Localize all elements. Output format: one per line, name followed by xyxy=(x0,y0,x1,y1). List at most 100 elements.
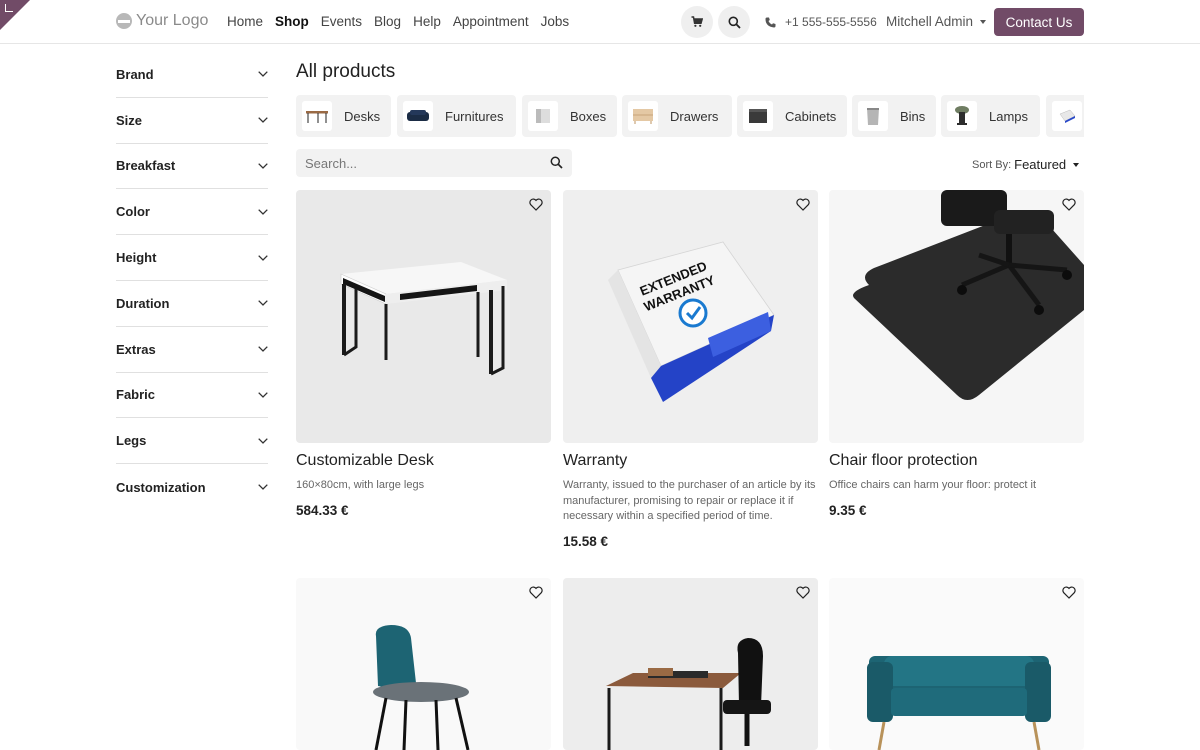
filter-label: Size xyxy=(116,112,143,128)
category-label: Lamps xyxy=(989,108,1029,124)
chair-illustration xyxy=(373,625,470,750)
search-input[interactable] xyxy=(296,155,536,171)
wishlist-heart-icon[interactable] xyxy=(796,198,810,211)
filter-sidebar: Brand Size Breakfast Color Height Durati… xyxy=(116,52,268,510)
filter-extras[interactable]: Extras xyxy=(116,327,268,373)
chevron-down-icon xyxy=(258,71,268,78)
category-carousel: Desks Furnitures Boxes Drawers Cabinets … xyxy=(296,95,1084,137)
product-image-warranty[interactable]: EXTENDED WARRANTY xyxy=(563,190,818,443)
category-lamps[interactable]: Lamps xyxy=(941,95,1040,137)
nav-help[interactable]: Help xyxy=(413,14,441,29)
product-price: 15.58 € xyxy=(563,533,609,549)
filter-label: Height xyxy=(116,250,157,266)
chevron-down-icon xyxy=(258,438,268,444)
phone-link[interactable]: +1 555-555-5556 xyxy=(765,15,877,29)
filter-size[interactable]: Size xyxy=(116,98,268,144)
user-menu[interactable]: Mitchell Admin xyxy=(886,14,987,29)
box-thumbnail-icon xyxy=(528,101,558,131)
product-name[interactable]: Chair floor protection xyxy=(829,452,1084,470)
product-description: Office chairs can harm your floor: prote… xyxy=(829,479,1037,491)
product-card[interactable]: Chair floor protection Office chairs can… xyxy=(829,190,1084,518)
filter-color[interactable]: Color xyxy=(116,189,268,236)
product-card[interactable] xyxy=(296,578,551,750)
desk-illustration xyxy=(340,262,507,376)
category-label: Bins xyxy=(900,108,926,124)
product-card[interactable] xyxy=(829,578,1084,750)
sort-caret-icon xyxy=(1073,162,1080,167)
product-price: 9.35 € xyxy=(829,502,867,518)
category-drawers[interactable]: Drawers xyxy=(622,95,732,137)
contact-us-button[interactable]: Contact Us xyxy=(994,8,1084,36)
filter-label: Extras xyxy=(116,341,156,357)
product-card[interactable]: Customizable Desk 160×80cm, with large l… xyxy=(296,190,551,518)
filter-label: Fabric xyxy=(116,387,156,403)
nav-home[interactable]: Home xyxy=(227,14,263,29)
wishlist-heart-icon[interactable] xyxy=(1062,586,1076,599)
product-price: 584.33 € xyxy=(296,502,349,518)
nav-shop[interactable]: Shop xyxy=(275,14,309,29)
chevron-down-icon xyxy=(258,484,268,490)
wishlist-heart-icon[interactable] xyxy=(529,586,543,599)
chevron-down-icon xyxy=(258,346,268,353)
phone-icon xyxy=(765,17,776,27)
chevron-down-icon xyxy=(258,209,268,215)
filter-customization[interactable]: Customization xyxy=(116,464,268,510)
filter-duration[interactable]: Duration xyxy=(116,281,268,327)
product-card[interactable]: EXTENDED WARRANTY Warranty Warranty, iss… xyxy=(563,190,818,549)
product-name[interactable]: Warranty xyxy=(563,452,818,470)
site-logo[interactable]: Your Logo xyxy=(116,12,208,30)
chevron-down-icon xyxy=(258,163,268,169)
category-boxes[interactable]: Boxes xyxy=(522,95,617,137)
product-image-desk[interactable] xyxy=(296,190,551,443)
category-label: Furnitures xyxy=(445,108,504,124)
product-image-floor-protection[interactable] xyxy=(829,190,1084,443)
filter-legs[interactable]: Legs xyxy=(116,418,268,465)
drawer-thumbnail-icon xyxy=(628,101,658,131)
header-search-button[interactable] xyxy=(718,6,750,38)
edit-corner-icon[interactable] xyxy=(5,4,13,12)
filter-label: Duration xyxy=(116,295,170,311)
product-image-desk-set[interactable] xyxy=(563,578,818,750)
user-caret-icon xyxy=(980,19,987,24)
sofa-illustration xyxy=(867,656,1051,750)
sort-dropdown[interactable]: Sort By: Featured xyxy=(972,157,1080,172)
product-thumbnail-icon xyxy=(1052,101,1082,131)
filter-label: Color xyxy=(116,204,150,220)
filter-brand[interactable]: Brand xyxy=(116,52,268,98)
wishlist-heart-icon[interactable] xyxy=(529,198,543,211)
wishlist-heart-icon[interactable] xyxy=(796,586,810,599)
logo-text: Your Logo xyxy=(136,12,209,29)
main-nav: Home Shop Events Blog Help Appointment J… xyxy=(227,14,581,29)
product-card[interactable] xyxy=(563,578,818,750)
product-image-chair[interactable] xyxy=(296,578,551,750)
product-description: 160×80cm, with large legs xyxy=(296,479,425,491)
sort-value: Featured xyxy=(1014,157,1067,172)
filter-breakfast[interactable]: Breakfast xyxy=(116,144,268,190)
bin-thumbnail-icon xyxy=(858,101,888,131)
category-cabinets[interactable]: Cabinets xyxy=(737,95,847,137)
product-search xyxy=(296,149,572,177)
cart-button[interactable] xyxy=(681,6,713,38)
product-image-sofa[interactable] xyxy=(829,578,1084,750)
filter-label: Brand xyxy=(116,66,154,82)
nav-blog[interactable]: Blog xyxy=(374,14,401,29)
filter-height[interactable]: Height xyxy=(116,235,268,281)
category-bins[interactable]: Bins xyxy=(852,95,936,137)
search-icon[interactable] xyxy=(550,156,563,169)
filter-fabric[interactable]: Fabric xyxy=(116,373,268,419)
category-desks[interactable]: Desks xyxy=(296,95,391,137)
category-label: Desks xyxy=(344,108,381,124)
warranty-box-illustration: EXTENDED WARRANTY xyxy=(608,241,775,402)
nav-appointment[interactable]: Appointment xyxy=(453,14,529,29)
chevron-down-icon xyxy=(258,392,268,398)
wishlist-heart-icon[interactable] xyxy=(1062,198,1076,211)
desk-set-illustration xyxy=(606,638,771,750)
nav-jobs[interactable]: Jobs xyxy=(541,14,570,29)
category-label: Drawers xyxy=(670,108,719,124)
cart-icon xyxy=(691,16,703,27)
category-more[interactable] xyxy=(1046,95,1084,137)
sofa-thumbnail-icon xyxy=(403,101,433,131)
product-name[interactable]: Customizable Desk xyxy=(296,452,551,470)
nav-events[interactable]: Events xyxy=(321,14,362,29)
category-furnitures[interactable]: Furnitures xyxy=(397,95,516,137)
